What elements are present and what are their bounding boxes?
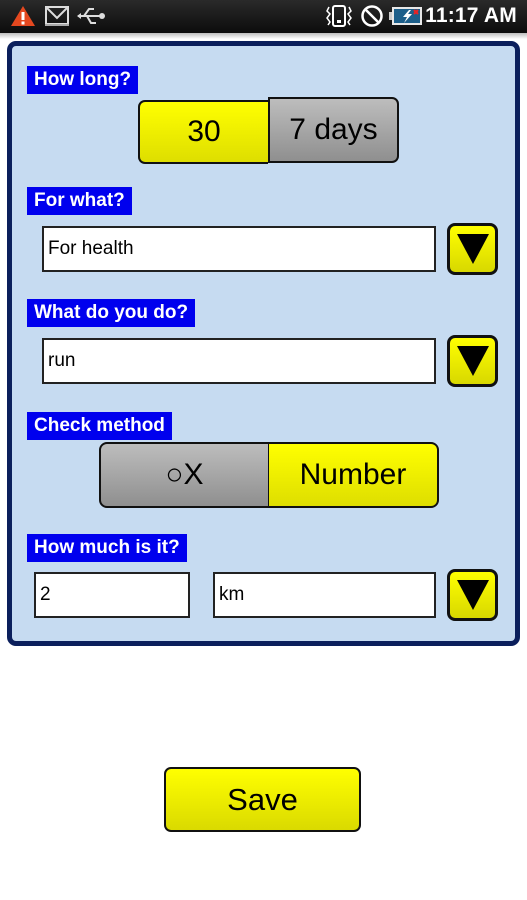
- check-method-option-ox[interactable]: ○X: [99, 442, 269, 508]
- no-signal-icon: [360, 5, 384, 27]
- how-long-option-30[interactable]: 30: [138, 100, 268, 164]
- gmail-icon: [44, 5, 70, 27]
- triangle-down-icon: [456, 234, 489, 264]
- unit-dropdown-button[interactable]: [447, 569, 498, 621]
- status-bar: 11:17 AM: [0, 0, 527, 33]
- check-method-label: Check method: [27, 412, 172, 440]
- triangle-down-icon: [456, 580, 489, 610]
- for-what-field[interactable]: For health: [42, 226, 436, 272]
- status-bar-shadow: [0, 33, 527, 39]
- amount-field[interactable]: 2: [34, 572, 190, 618]
- how-long-label: How long?: [27, 66, 139, 94]
- how-much-label: How much is it?: [27, 534, 187, 562]
- for-what-dropdown-button[interactable]: [447, 223, 498, 275]
- how-long-option-7-days[interactable]: 7 days: [268, 97, 399, 163]
- save-button[interactable]: Save: [164, 767, 361, 832]
- goal-form-panel: How long? 30 7 days For what? For health…: [7, 41, 520, 646]
- check-method-option-number[interactable]: Number: [269, 442, 439, 508]
- what-do-you-do-label: What do you do?: [27, 299, 196, 327]
- what-do-you-do-field[interactable]: run: [42, 338, 436, 384]
- for-what-label: For what?: [27, 187, 132, 215]
- what-do-you-do-dropdown-button[interactable]: [447, 335, 498, 387]
- usb-icon: [76, 5, 106, 27]
- warning-icon: [10, 5, 36, 27]
- vibrate-icon: [324, 5, 354, 27]
- status-time: 11:17 AM: [425, 4, 517, 27]
- battery-charging-icon: [389, 5, 423, 27]
- unit-field[interactable]: km: [213, 572, 436, 618]
- triangle-down-icon: [456, 346, 489, 376]
